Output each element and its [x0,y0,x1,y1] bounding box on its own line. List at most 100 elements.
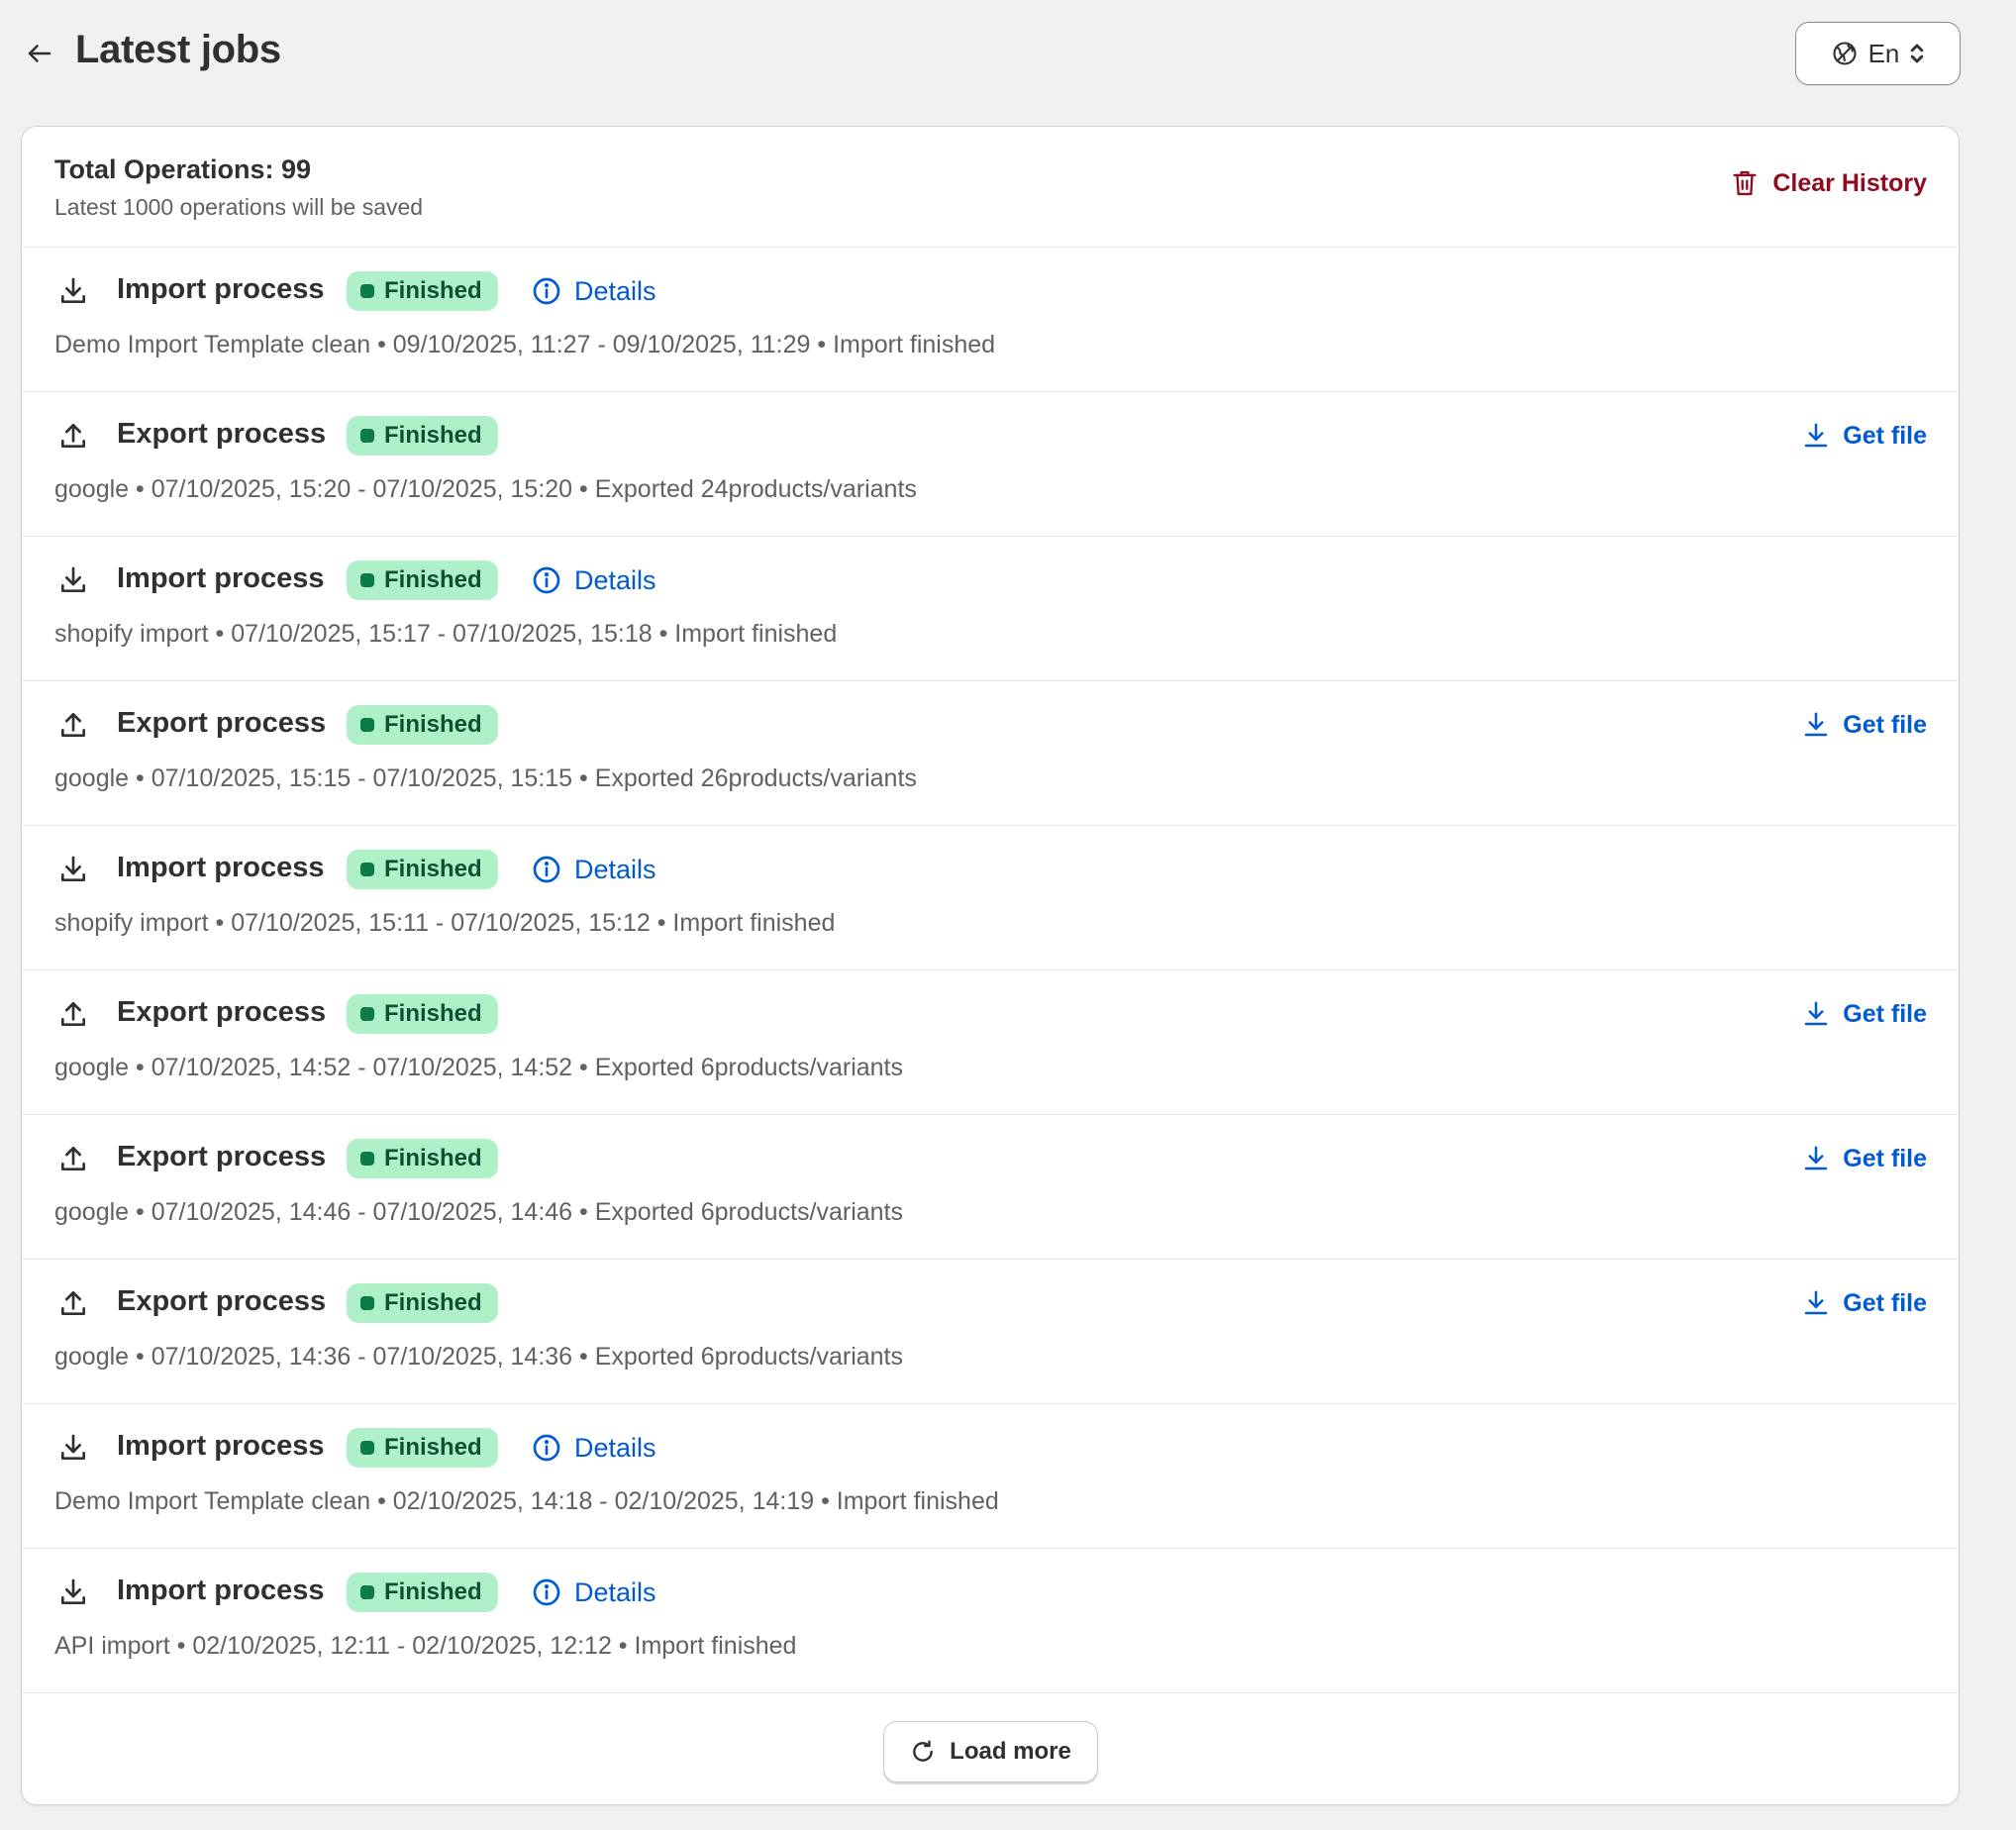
import-icon [57,1432,89,1464]
details-link[interactable]: Details [531,1428,656,1468]
job-title: Export process [117,1141,327,1172]
job-title: Import process [117,852,325,883]
details-link[interactable]: Details [531,560,656,600]
job-row: Import process Finished Details shopify imp… [22,826,1959,970]
status-badge: Finished [347,416,498,456]
export-icon [57,1143,89,1174]
download-icon [1801,1288,1831,1318]
job-row: Export process Finished Get file google • 0… [22,1260,1959,1404]
job-title: Import process [117,273,325,305]
download-icon [1801,710,1831,740]
job-meta: google • 07/10/2025, 14:52 - 07/10/2025,… [54,1054,904,1081]
status-label: Finished [384,1289,482,1316]
status-badge: Finished [347,1283,498,1323]
job-meta: API import • 02/10/2025, 12:11 - 02/10/2… [54,1632,797,1660]
info-icon [531,275,562,307]
details-label: Details [574,564,656,595]
status-label: Finished [384,277,482,304]
export-icon [57,420,89,452]
page-title: Latest jobs [75,28,281,71]
language-label: En [1867,38,1900,68]
status-dot [360,1007,374,1021]
top-bar: Latest jobs En [0,0,2016,107]
status-label: Finished [384,856,482,882]
job-row: Import process Finished Details Demo Import… [22,248,1959,392]
job-meta: google • 07/10/2025, 15:20 - 07/10/2025,… [54,475,917,503]
details-label: Details [574,1576,656,1607]
status-dot [360,429,374,443]
job-title: Export process [117,1285,327,1317]
status-badge: Finished [347,1139,498,1178]
get-file-button[interactable]: Get file [1801,416,1927,456]
get-file-label: Get file [1843,421,1927,450]
details-label: Details [574,854,656,884]
job-row: Import process Finished Details API import … [22,1549,1959,1693]
job-title: Export process [117,996,327,1028]
details-link[interactable]: Details [531,850,656,889]
language-selector[interactable]: En [1795,22,1961,85]
trash-icon [1733,170,1757,196]
status-dot [360,718,374,732]
load-more-button[interactable]: Load more [883,1721,1098,1782]
get-file-button[interactable]: Get file [1801,1283,1927,1323]
import-icon [57,1576,89,1608]
job-row: Import process Finished Details shopify imp… [22,537,1959,681]
export-icon [57,709,89,741]
status-badge: Finished [347,994,498,1034]
job-meta: google • 07/10/2025, 14:46 - 07/10/2025,… [54,1198,904,1226]
status-dot [360,1441,374,1455]
details-link[interactable]: Details [531,1573,656,1612]
status-dot [360,863,374,876]
job-row: Export process Finished Get file google • 0… [22,970,1959,1115]
job-meta: Demo Import Template clean • 02/10/2025,… [54,1487,999,1515]
job-row: Import process Finished Details Demo Import… [22,1404,1959,1549]
download-icon [1801,421,1831,451]
status-label: Finished [384,1578,482,1605]
card-header: Total Operations: 99 Latest 1000 operati… [22,127,1959,248]
status-dot [360,1296,374,1310]
status-dot [360,1585,374,1599]
saved-note: Latest 1000 operations will be saved [54,194,424,220]
chevron-up-down-icon [1911,44,1924,63]
clear-history-label: Clear History [1772,168,1927,197]
job-title: Export process [117,707,327,739]
import-icon [57,854,89,885]
get-file-button[interactable]: Get file [1801,994,1927,1034]
get-file-label: Get file [1843,999,1927,1028]
download-icon [1801,1144,1831,1173]
info-icon [531,1576,562,1608]
clear-history-button[interactable]: Clear History [1731,168,1927,198]
job-title: Import process [117,1430,325,1462]
status-dot [360,284,374,298]
job-meta: Demo Import Template clean • 09/10/2025,… [54,331,996,358]
load-more-label: Load more [950,1738,1071,1765]
get-file-button[interactable]: Get file [1801,1139,1927,1178]
status-badge: Finished [347,1573,498,1612]
export-icon [57,1287,89,1319]
job-title: Import process [117,1575,325,1606]
get-file-button[interactable]: Get file [1801,705,1927,745]
status-badge: Finished [347,1428,498,1468]
info-icon [531,854,562,885]
card-footer: Load more [22,1697,1959,1804]
status-dot [360,573,374,587]
job-row: Export process Finished Get file google • 0… [22,1115,1959,1260]
back-button[interactable] [20,34,59,73]
job-meta: shopify import • 07/10/2025, 15:11 - 07/… [54,909,836,937]
status-badge: Finished [347,705,498,745]
status-label: Finished [384,1000,482,1027]
jobs-list: Import process Finished Details Demo Import… [22,248,1959,1693]
export-icon [57,998,89,1030]
job-meta: google • 07/10/2025, 15:15 - 07/10/2025,… [54,764,917,792]
job-row: Export process Finished Get file google • 0… [22,681,1959,826]
get-file-label: Get file [1843,710,1927,739]
status-label: Finished [384,1145,482,1171]
jobs-card: Total Operations: 99 Latest 1000 operati… [21,126,1960,1805]
download-icon [1801,999,1831,1029]
globe-icon [1833,42,1857,65]
status-badge: Finished [347,850,498,889]
details-link[interactable]: Details [531,271,656,311]
details-label: Details [574,275,656,306]
status-label: Finished [384,1434,482,1461]
refresh-icon [913,1740,934,1762]
